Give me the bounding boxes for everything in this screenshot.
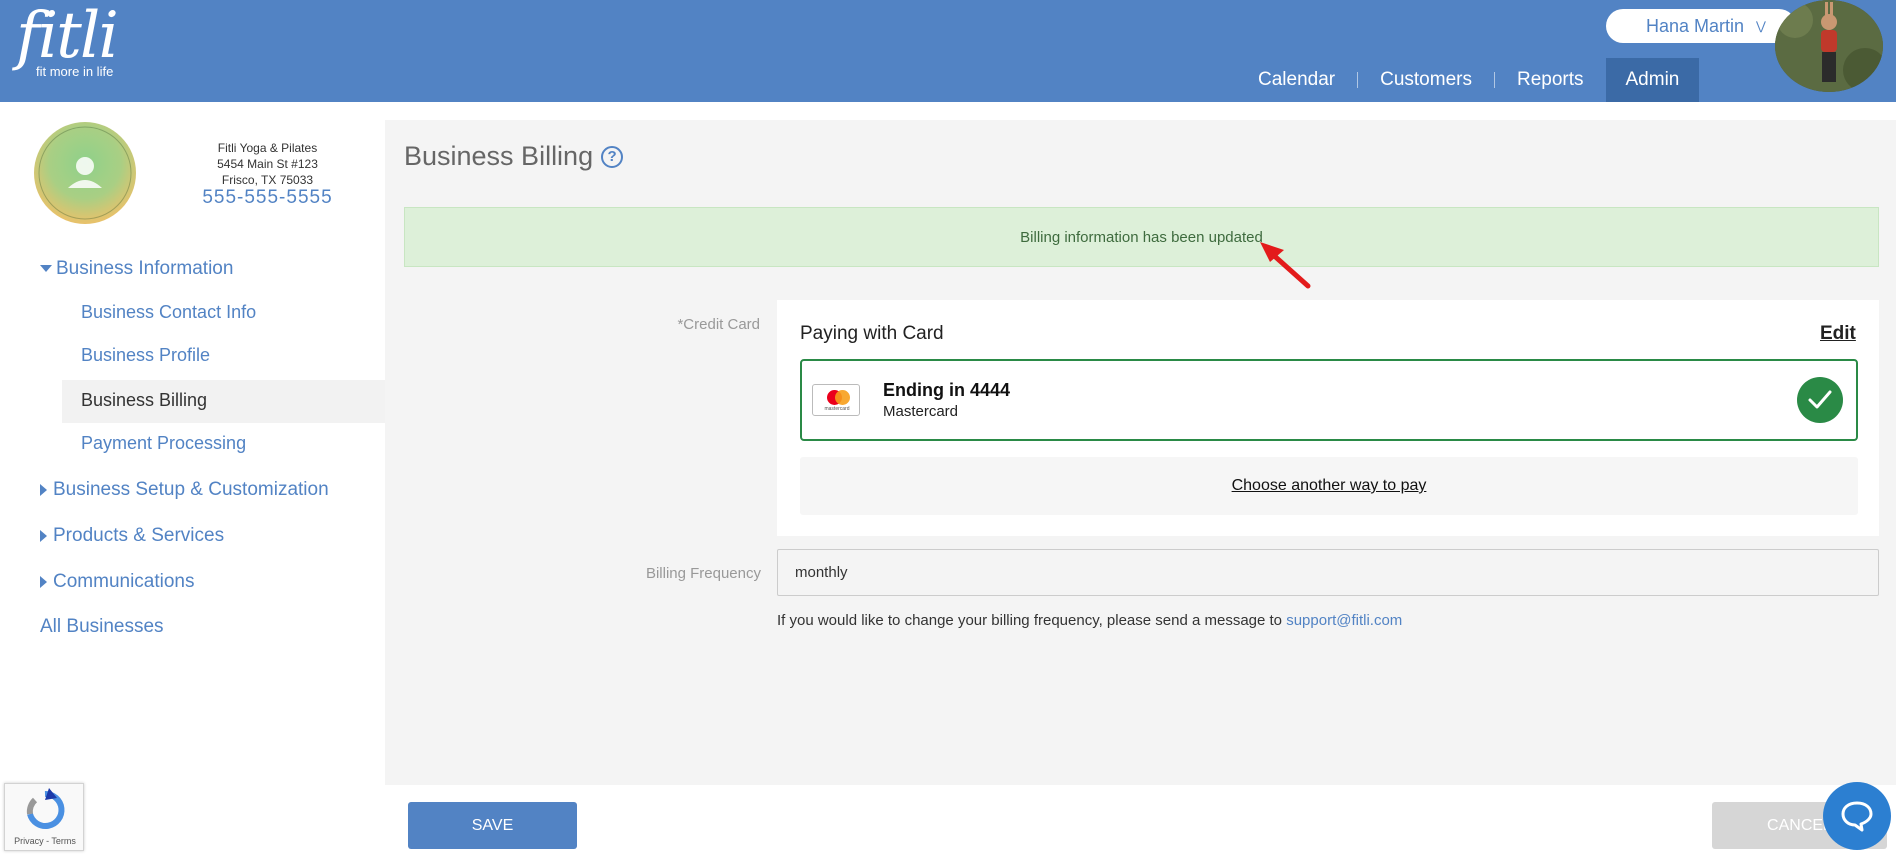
sidebar-section-label: Communications <box>53 571 195 592</box>
user-menu-button[interactable]: Hana Martin ⋁ <box>1606 9 1796 43</box>
nav-reports[interactable]: Reports <box>1495 58 1606 102</box>
business-address-line1: 5454 Main St #123 <box>217 157 318 171</box>
page-title: Business Billing ? <box>404 141 624 172</box>
checkmark-icon <box>1797 377 1843 423</box>
recaptcha-privacy-terms[interactable]: Privacy - Terms <box>5 836 85 846</box>
paying-with-card-heading: Paying with Card <box>800 323 944 344</box>
sidebar-section-label: Business Information <box>56 258 234 279</box>
business-phone[interactable]: 555-555-5555 <box>180 188 355 207</box>
logo-tagline: fit more in life <box>36 64 114 79</box>
sidebar-section-label: Business Setup & Customization <box>53 479 329 500</box>
sidebar-item-business-billing[interactable]: Business Billing <box>81 390 207 411</box>
sidebar-section-business-setup[interactable]: Business Setup & Customization <box>40 479 329 501</box>
caret-down-icon <box>40 265 52 273</box>
main-nav: Calendar Customers Reports Admin <box>1236 58 1700 102</box>
business-contact-block: Fitli Yoga & Pilates 5454 Main St #123 F… <box>180 140 355 207</box>
avatar[interactable] <box>1775 0 1883 92</box>
mastercard-logo-text: mastercard <box>824 406 850 412</box>
edit-card-link[interactable]: Edit <box>1820 323 1856 345</box>
sidebar-section-label: Products & Services <box>53 525 225 546</box>
recaptcha-icon <box>26 788 65 829</box>
sidebar-section-products-services[interactable]: Products & Services <box>40 525 224 547</box>
help-icon[interactable]: ? <box>601 145 624 168</box>
support-email-link[interactable]: support@fitli.com <box>1286 612 1402 629</box>
caret-right-icon <box>40 575 47 588</box>
annotation-arrow-icon <box>1260 242 1311 289</box>
caret-right-icon <box>40 529 47 542</box>
mastercard-yellow-circle <box>835 390 850 405</box>
user-name: Hana Martin <box>1646 15 1745 36</box>
billing-frequency-help: If you would like to change your billing… <box>777 612 1402 629</box>
card-brand-text: Mastercard <box>883 403 959 420</box>
nav-customers[interactable]: Customers <box>1358 58 1494 102</box>
caret-right-icon <box>40 483 47 496</box>
business-name: Fitli Yoga & Pilates <box>217 141 318 155</box>
sidebar-section-communications[interactable]: Communications <box>40 571 195 593</box>
mastercard-logo-icon: mastercard <box>812 384 860 416</box>
top-header: fitli fit more in life Hana Martin ⋁ Cal… <box>0 0 1896 102</box>
sidebar-item-payment-processing[interactable]: Payment Processing <box>81 433 246 454</box>
recaptcha-badge[interactable]: Privacy - Terms <box>4 783 84 851</box>
choose-another-payment-option[interactable]: Choose another way to pay <box>800 457 1858 515</box>
chat-bubble-icon <box>1841 801 1873 832</box>
save-button[interactable]: SAVE <box>408 802 577 849</box>
credit-card-label: *Credit Card <box>677 316 760 333</box>
sidebar-item-business-profile[interactable]: Business Profile <box>81 345 210 366</box>
sidebar-item-all-businesses[interactable]: All Businesses <box>40 616 164 638</box>
billing-frequency-field: monthly <box>777 549 1879 596</box>
billing-frequency-help-text: If you would like to change your billing… <box>777 612 1287 629</box>
success-alert: Billing information has been updated <box>404 207 1879 267</box>
sidebar-item-business-contact-info[interactable]: Business Contact Info <box>81 302 256 323</box>
nav-admin[interactable]: Admin <box>1605 58 1700 102</box>
choose-another-way-link[interactable]: Choose another way to pay <box>1232 477 1427 495</box>
check-glyph <box>1808 390 1832 409</box>
page-title-text: Business Billing <box>404 141 594 171</box>
chat-support-button[interactable] <box>1823 782 1891 850</box>
avatar-photo <box>1775 0 1883 92</box>
nav-calendar[interactable]: Calendar <box>1236 58 1357 102</box>
chevron-down-icon: ⋁ <box>1756 19 1766 33</box>
fitli-logo[interactable]: fitli fit more in life <box>16 0 119 79</box>
card-ending-text: Ending in 4444 <box>883 380 1011 400</box>
sidebar-section-business-information[interactable]: Business Information <box>40 258 233 280</box>
business-logo <box>34 122 136 224</box>
yoga-logo-icon <box>38 126 132 220</box>
billing-frequency-label: Billing Frequency <box>645 565 761 582</box>
logo-word: fitli <box>16 0 119 73</box>
business-address-line2: Frisco, TX 75033 <box>221 173 314 187</box>
